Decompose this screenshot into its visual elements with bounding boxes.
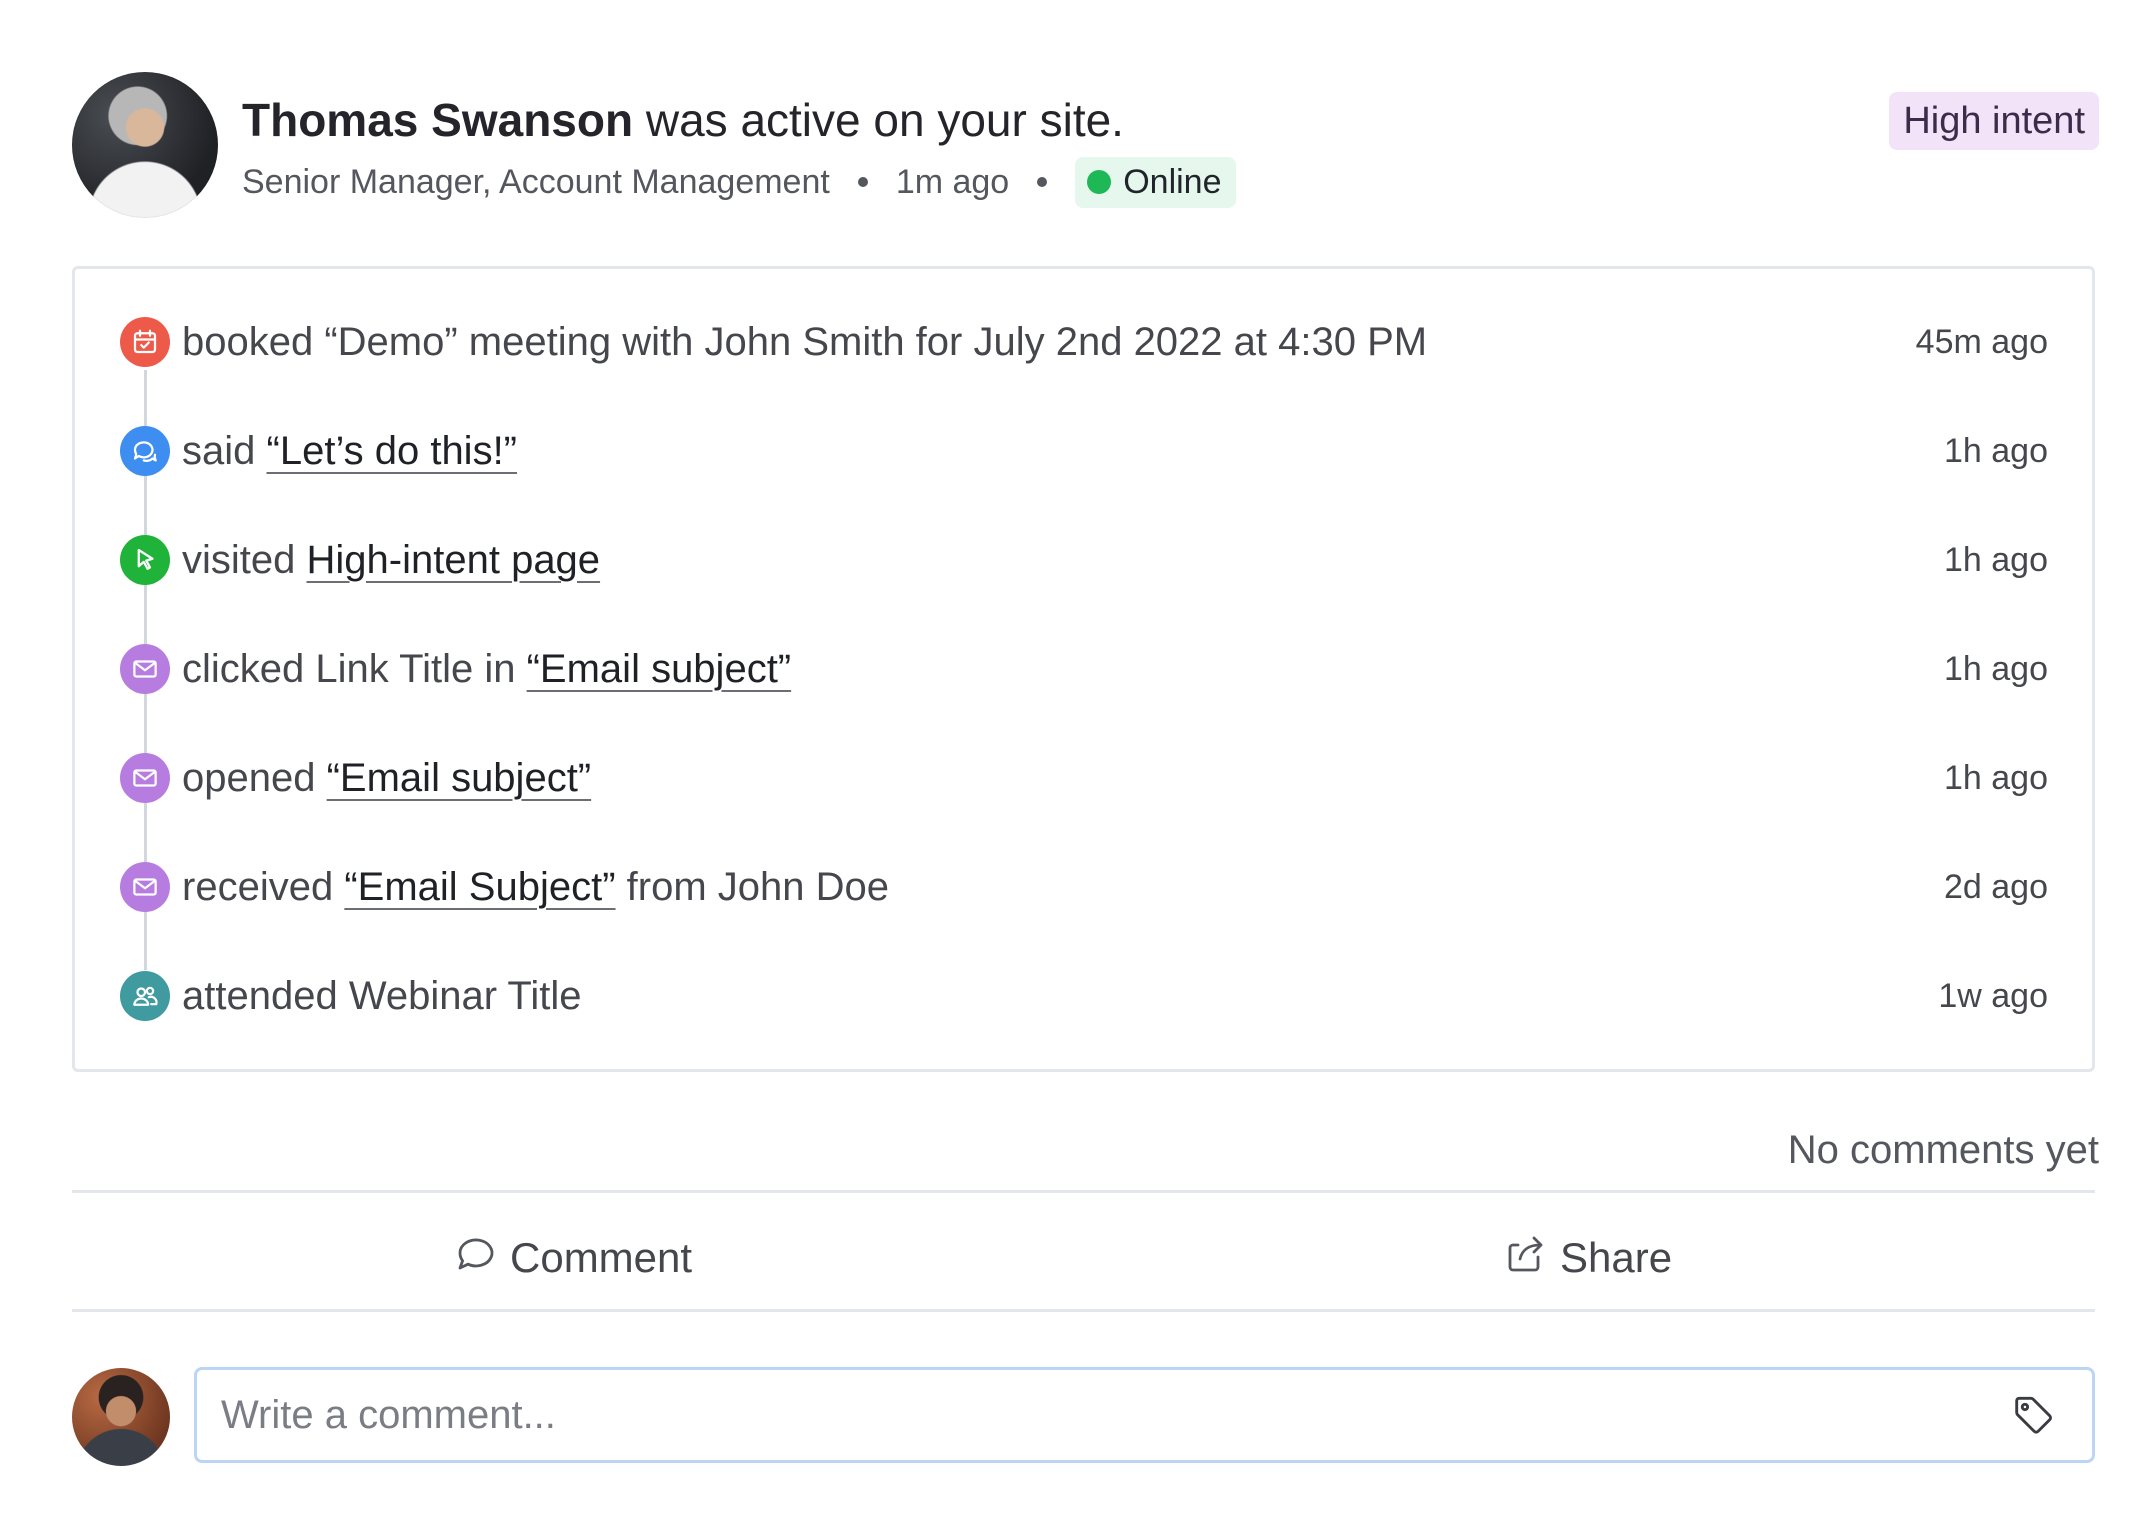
divider bbox=[72, 1190, 2095, 1193]
activity-suffix: was active on your site. bbox=[645, 94, 1124, 146]
job-title: Senior Manager, Account Management bbox=[242, 162, 830, 201]
people-icon bbox=[120, 971, 170, 1021]
activity-text: attended Webinar Title bbox=[182, 974, 1938, 1019]
email-link[interactable]: “Email subject” bbox=[527, 647, 792, 691]
email-link[interactable]: “Email subject” bbox=[327, 756, 592, 800]
calendar-icon bbox=[120, 317, 170, 367]
activity-row: attended Webinar Title 1w ago bbox=[120, 968, 2048, 1024]
last-seen: 1m ago bbox=[895, 162, 1010, 201]
activity-verb: visited bbox=[182, 537, 296, 582]
comment-button-label: Comment bbox=[510, 1234, 693, 1281]
activity-verb: said bbox=[182, 428, 256, 473]
activity-text: received “Email Subject” from John Doe bbox=[182, 865, 1944, 910]
activity-text: said “Let’s do this!” bbox=[182, 429, 1944, 474]
share-icon bbox=[1502, 1229, 1550, 1287]
user-avatar[interactable] bbox=[72, 72, 218, 218]
activity-verb: attended Webinar Title bbox=[182, 973, 582, 1018]
user-name[interactable]: Thomas Swanson bbox=[242, 94, 633, 146]
activity-time: 1w ago bbox=[1938, 976, 2048, 1015]
activity-verb: received bbox=[182, 864, 334, 909]
activity-verb: booked “Demo” meeting with John Smith fo… bbox=[182, 319, 1428, 364]
tag-icon[interactable] bbox=[2010, 1392, 2056, 1438]
activity-row: received “Email Subject” from John Doe 2… bbox=[120, 859, 2048, 915]
activity-headline: Thomas Swanson was active on your site. bbox=[242, 90, 1124, 150]
message-link[interactable]: “Let’s do this!” bbox=[267, 429, 518, 473]
speech-bubble-icon bbox=[452, 1229, 500, 1287]
activity-text: clicked Link Title in “Email subject” bbox=[182, 647, 1944, 692]
activity-suffix: from John Doe bbox=[626, 864, 889, 909]
envelope-icon bbox=[120, 753, 170, 803]
activity-text: booked “Demo” meeting with John Smith fo… bbox=[182, 320, 1916, 365]
status-badge: Online bbox=[1075, 156, 1236, 208]
activity-text: opened “Email subject” bbox=[182, 756, 1944, 801]
intent-badge: High intent bbox=[1889, 92, 2099, 150]
chat-bubbles-icon bbox=[120, 426, 170, 476]
activity-time: 1h ago bbox=[1944, 431, 2048, 470]
activity-time: 1h ago bbox=[1944, 540, 2048, 579]
comment-count: No comments yet bbox=[1787, 1128, 2099, 1172]
cursor-icon bbox=[120, 535, 170, 585]
divider bbox=[72, 1309, 2095, 1312]
envelope-icon bbox=[120, 862, 170, 912]
comment-button[interactable]: Comment bbox=[452, 1226, 692, 1290]
email-link[interactable]: “Email Subject” bbox=[344, 865, 615, 909]
activity-row: opened “Email subject” 1h ago bbox=[120, 750, 2048, 806]
activity-row: clicked Link Title in “Email subject” 1h… bbox=[120, 641, 2048, 697]
envelope-icon bbox=[120, 644, 170, 694]
comment-box bbox=[194, 1367, 2095, 1463]
comment-input[interactable] bbox=[219, 1391, 2010, 1439]
separator-dot bbox=[1037, 177, 1048, 187]
activity-time: 1h ago bbox=[1944, 758, 2048, 797]
activity-time: 45m ago bbox=[1915, 322, 2048, 361]
user-meta: Senior Manager, Account Management 1m ag… bbox=[242, 156, 1236, 208]
share-button[interactable]: Share bbox=[1502, 1226, 1672, 1290]
status-label: Online bbox=[1123, 162, 1222, 201]
online-dot-icon bbox=[1087, 170, 1112, 194]
activity-time: 1h ago bbox=[1944, 649, 2048, 688]
activity-row: booked “Demo” meeting with John Smith fo… bbox=[120, 314, 2048, 370]
activity-verb: opened bbox=[182, 755, 316, 800]
separator-dot bbox=[857, 177, 868, 187]
activity-row: said “Let’s do this!” 1h ago bbox=[120, 423, 2048, 479]
activity-time: 2d ago bbox=[1944, 867, 2048, 906]
activity-verb: clicked Link Title in bbox=[182, 646, 516, 691]
page-link[interactable]: High-intent page bbox=[307, 538, 601, 582]
activity-text: visited High-intent page bbox=[182, 538, 1944, 583]
activity-row: visited High-intent page 1h ago bbox=[120, 532, 2048, 588]
current-user-avatar bbox=[72, 1368, 170, 1466]
share-button-label: Share bbox=[1560, 1234, 1673, 1281]
